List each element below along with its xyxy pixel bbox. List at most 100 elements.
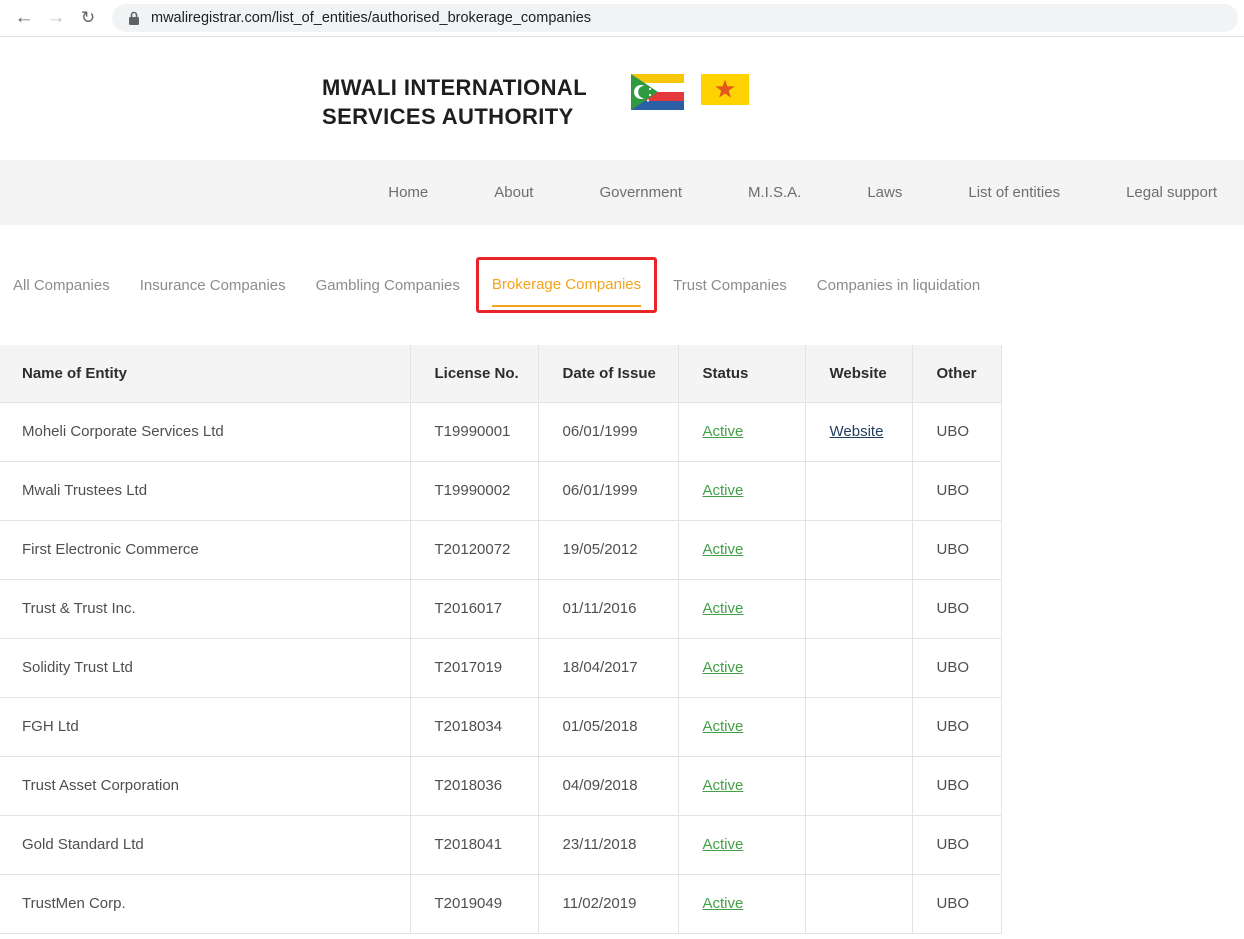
entity-name-cell: Moheli Corporate Services Ltd bbox=[0, 402, 410, 461]
date-of-issue-cell: 01/11/2016 bbox=[538, 579, 678, 638]
table-row: Moheli Corporate Services LtdT1999000106… bbox=[0, 402, 1001, 461]
date-of-issue-cell: 06/01/1999 bbox=[538, 461, 678, 520]
date-of-issue-cell: 19/05/2012 bbox=[538, 520, 678, 579]
table-row: Solidity Trust LtdT201701918/04/2017Acti… bbox=[0, 638, 1001, 697]
status-cell: Active bbox=[678, 402, 805, 461]
nav-item-government[interactable]: Government bbox=[599, 184, 682, 201]
address-bar[interactable]: mwaliregistrar.com/list_of_entities/auth… bbox=[112, 4, 1238, 32]
entity-name-cell: Mwali Trustees Ltd bbox=[0, 461, 410, 520]
entity-name-cell: Gold Standard Ltd bbox=[0, 815, 410, 874]
header-other: Other bbox=[912, 345, 1001, 402]
license-no-cell: T19990001 bbox=[410, 402, 538, 461]
table-header-row: Name of Entity License No. Date of Issue… bbox=[0, 345, 1001, 402]
status-link[interactable]: Active bbox=[703, 659, 744, 676]
site-title-line2: SERVICES AUTHORITY bbox=[322, 102, 587, 131]
status-link[interactable]: Active bbox=[703, 895, 744, 912]
entity-name-cell: Solidity Trust Ltd bbox=[0, 638, 410, 697]
main-nav: Home About Government M.I.S.A. Laws List… bbox=[0, 160, 1244, 225]
other-cell: UBO bbox=[912, 697, 1001, 756]
tab-all-companies[interactable]: All Companies bbox=[13, 277, 110, 294]
tab-trust-companies[interactable]: Trust Companies bbox=[673, 277, 787, 294]
status-link[interactable]: Active bbox=[703, 600, 744, 617]
forward-icon[interactable]: → bbox=[40, 7, 72, 29]
website-cell bbox=[805, 461, 912, 520]
site-title: MWALI INTERNATIONAL SERVICES AUTHORITY bbox=[322, 73, 587, 131]
license-no-cell: T2016017 bbox=[410, 579, 538, 638]
entity-tabs: All Companies Insurance Companies Gambli… bbox=[0, 225, 1244, 345]
license-no-cell: T19990002 bbox=[410, 461, 538, 520]
nav-item-laws[interactable]: Laws bbox=[867, 184, 902, 201]
status-link[interactable]: Active bbox=[703, 718, 744, 735]
status-cell: Active bbox=[678, 638, 805, 697]
header-date-of-issue: Date of Issue bbox=[538, 345, 678, 402]
website-cell bbox=[805, 815, 912, 874]
other-cell: UBO bbox=[912, 874, 1001, 933]
date-of-issue-cell: 11/02/2019 bbox=[538, 874, 678, 933]
license-no-cell: T2019049 bbox=[410, 874, 538, 933]
status-link[interactable]: Active bbox=[703, 423, 744, 440]
license-no-cell: T2018041 bbox=[410, 815, 538, 874]
comoros-flag-icon bbox=[631, 74, 684, 110]
active-tab-highlight-box: Brokerage Companies bbox=[476, 257, 657, 313]
status-cell: Active bbox=[678, 461, 805, 520]
other-cell: UBO bbox=[912, 579, 1001, 638]
date-of-issue-cell: 23/11/2018 bbox=[538, 815, 678, 874]
status-cell: Active bbox=[678, 815, 805, 874]
entity-name-cell: Trust & Trust Inc. bbox=[0, 579, 410, 638]
lock-icon bbox=[128, 11, 140, 26]
other-cell: UBO bbox=[912, 520, 1001, 579]
website-cell bbox=[805, 579, 912, 638]
license-no-cell: T2018036 bbox=[410, 756, 538, 815]
tab-brokerage-companies[interactable]: Brokerage Companies bbox=[492, 276, 641, 307]
status-cell: Active bbox=[678, 520, 805, 579]
entity-name-cell: TrustMen Corp. bbox=[0, 874, 410, 933]
status-link[interactable]: Active bbox=[703, 836, 744, 853]
site-title-line1: MWALI INTERNATIONAL bbox=[322, 73, 587, 102]
tab-gambling-companies[interactable]: Gambling Companies bbox=[316, 277, 460, 294]
header-license-no: License No. bbox=[410, 345, 538, 402]
table-row: First Electronic CommerceT2012007219/05/… bbox=[0, 520, 1001, 579]
nav-item-about[interactable]: About bbox=[494, 184, 533, 201]
license-no-cell: T2018034 bbox=[410, 697, 538, 756]
flags bbox=[631, 74, 749, 110]
header-status: Status bbox=[678, 345, 805, 402]
other-cell: UBO bbox=[912, 461, 1001, 520]
status-link[interactable]: Active bbox=[703, 482, 744, 499]
url-text: mwaliregistrar.com/list_of_entities/auth… bbox=[151, 10, 591, 26]
table-row: Trust Asset CorporationT201803604/09/201… bbox=[0, 756, 1001, 815]
table-row: TrustMen Corp.T201904911/02/2019 Active UB… bbox=[0, 874, 1001, 933]
other-cell: UBO bbox=[912, 756, 1001, 815]
back-icon[interactable]: ← bbox=[8, 7, 40, 29]
nav-item-misa[interactable]: M.I.S.A. bbox=[748, 184, 801, 201]
nav-item-list-of-entities[interactable]: List of entities bbox=[968, 184, 1060, 201]
status-link[interactable]: Active bbox=[703, 777, 744, 794]
entities-table: Name of Entity License No. Date of Issue… bbox=[0, 345, 1002, 934]
tab-insurance-companies[interactable]: Insurance Companies bbox=[140, 277, 286, 294]
status-cell: Active bbox=[678, 756, 805, 815]
yellow-star-flag-icon bbox=[701, 74, 749, 105]
website-cell: Website bbox=[805, 402, 912, 461]
status-cell: Active bbox=[678, 697, 805, 756]
tab-companies-in-liquidation[interactable]: Companies in liquidation bbox=[817, 277, 980, 294]
refresh-icon[interactable]: ↻ bbox=[72, 8, 104, 28]
website-cell bbox=[805, 520, 912, 579]
date-of-issue-cell: 06/01/1999 bbox=[538, 402, 678, 461]
nav-item-legal-support[interactable]: Legal support bbox=[1126, 184, 1217, 201]
table-row: Gold Standard LtdT201804123/11/2018 Activ… bbox=[0, 815, 1001, 874]
website-cell bbox=[805, 756, 912, 815]
date-of-issue-cell: 01/05/2018 bbox=[538, 697, 678, 756]
entity-table-body: Moheli Corporate Services LtdT1999000106… bbox=[0, 402, 1001, 933]
status-cell: Active bbox=[678, 874, 805, 933]
site-header: MWALI INTERNATIONAL SERVICES AUTHORITY bbox=[0, 37, 1244, 160]
other-cell: UBO bbox=[912, 815, 1001, 874]
table-row: FGH LtdT201803401/05/2018ActiveUBO bbox=[0, 697, 1001, 756]
header-website: Website bbox=[805, 345, 912, 402]
website-link[interactable]: Website bbox=[830, 423, 884, 440]
nav-item-home[interactable]: Home bbox=[388, 184, 428, 201]
website-cell bbox=[805, 697, 912, 756]
browser-chrome: ← → ↻ mwaliregistrar.com/list_of_entitie… bbox=[0, 0, 1244, 37]
license-no-cell: T20120072 bbox=[410, 520, 538, 579]
website-cell bbox=[805, 874, 912, 933]
date-of-issue-cell: 04/09/2018 bbox=[538, 756, 678, 815]
status-link[interactable]: Active bbox=[703, 541, 744, 558]
